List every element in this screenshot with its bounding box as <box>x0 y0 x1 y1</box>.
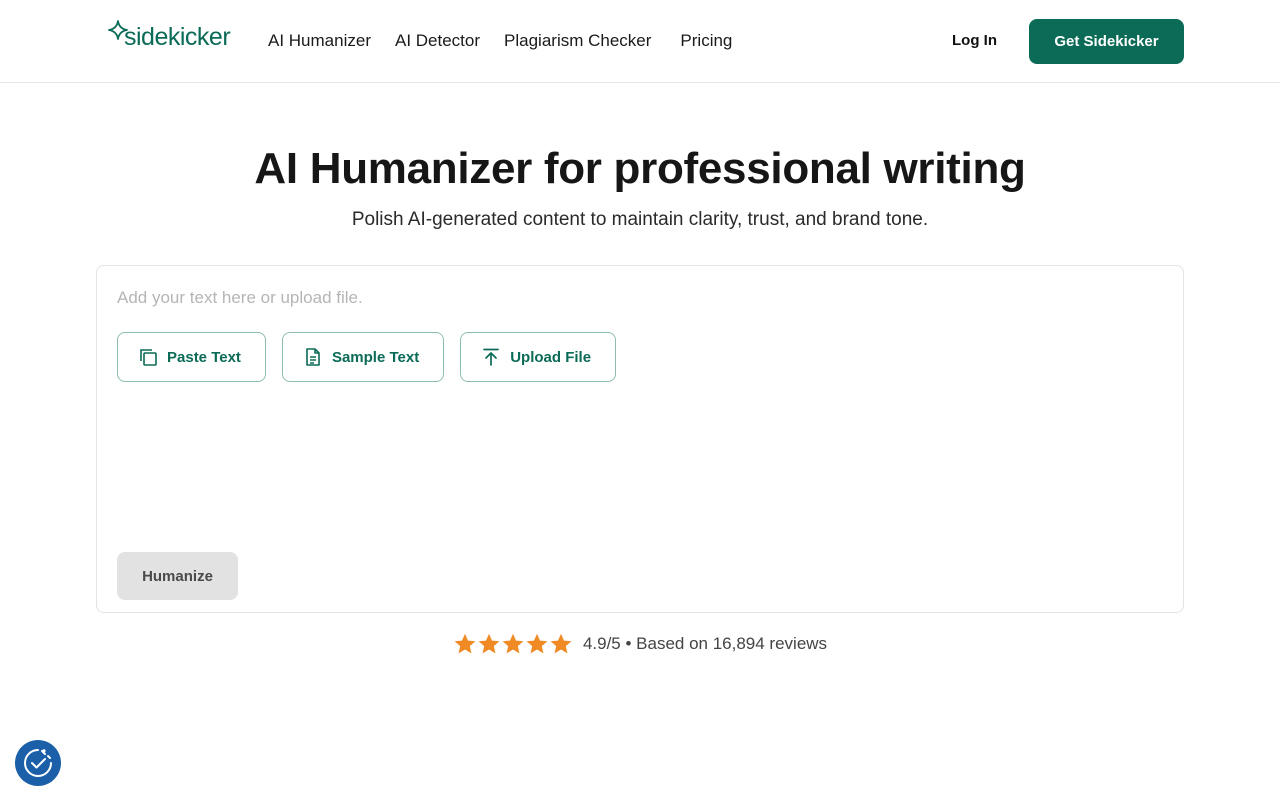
page-title: AI Humanizer for professional writing <box>254 144 1026 193</box>
document-icon <box>306 348 320 366</box>
upload-file-label: Upload File <box>510 348 592 366</box>
upload-icon <box>483 348 500 366</box>
cookie-consent-icon <box>24 749 52 777</box>
humanize-button[interactable]: Humanize <box>117 552 238 600</box>
text-input[interactable] <box>117 288 1157 312</box>
get-sidekicker-button[interactable]: Get Sidekicker <box>1029 19 1184 64</box>
cookie-consent-button[interactable] <box>15 740 61 786</box>
site-header: sidekicker AI Humanizer AI Detector Plag… <box>0 0 1280 83</box>
star-icon <box>550 633 572 654</box>
star-rating <box>453 632 573 656</box>
nav-item-ai-humanizer[interactable]: AI Humanizer <box>268 29 371 53</box>
sparkle-icon <box>108 20 128 40</box>
main-nav: AI Humanizer AI Detector Plagiarism Chec… <box>268 29 756 53</box>
nav-item-pricing[interactable]: Pricing <box>680 29 732 53</box>
brand-name: sidekicker <box>124 23 231 51</box>
star-icon <box>454 633 476 654</box>
login-link[interactable]: Log In <box>952 29 997 53</box>
nav-item-ai-detector[interactable]: AI Detector <box>395 29 480 53</box>
copy-icon <box>140 349 157 366</box>
upload-file-button[interactable]: Upload File <box>460 332 617 382</box>
editor-actions: Paste Text Sample Text Upload File <box>117 332 632 382</box>
nav-item-plagiarism-checker[interactable]: Plagiarism Checker <box>504 29 651 53</box>
rating-summary: 4.9/5 • Based on 16,894 reviews <box>0 632 1280 656</box>
paste-text-button[interactable]: Paste Text <box>117 332 266 382</box>
brand-logo[interactable]: sidekicker <box>108 20 231 52</box>
star-icon <box>502 633 524 654</box>
text-editor-panel: Paste Text Sample Text Upload File Human… <box>96 265 1184 613</box>
paste-text-label: Paste Text <box>167 348 241 366</box>
star-icon <box>526 633 548 654</box>
rating-text: 4.9/5 • Based on 16,894 reviews <box>582 634 828 653</box>
page-subtitle: Polish AI-generated content to maintain … <box>351 209 929 230</box>
sample-text-label: Sample Text <box>331 348 420 366</box>
star-icon <box>478 633 500 654</box>
sample-text-button[interactable]: Sample Text <box>281 332 445 382</box>
